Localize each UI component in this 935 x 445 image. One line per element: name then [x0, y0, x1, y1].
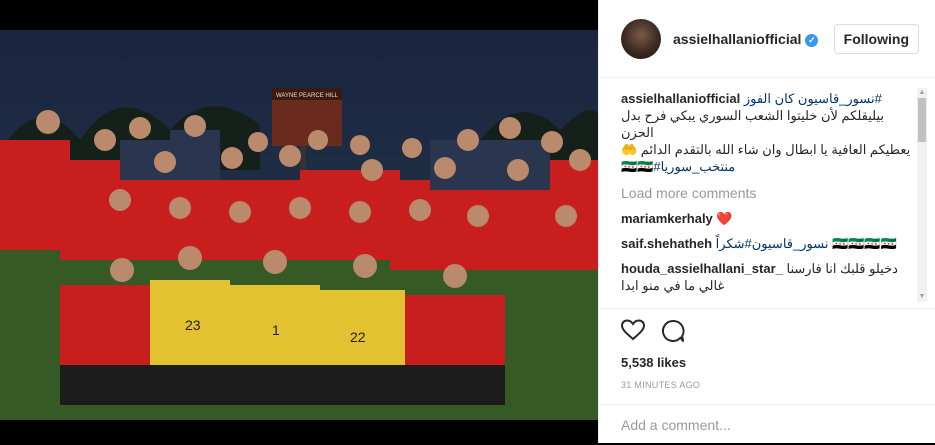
comment-username[interactable]: mariamkerhaly [621, 211, 713, 226]
post-actions: 5,538 likes 31 MINUTES AGO [599, 308, 935, 390]
scroll-up-icon[interactable]: ▲ [917, 88, 927, 98]
comments-list: assielhallaniofficial نسور_قاسيون كان ال… [621, 90, 915, 300]
avatar[interactable] [621, 18, 661, 59]
team-photo-illustration: WAYNE PEARCE HILL 23 1 22 [0, 88, 598, 420]
post-header: assielhallaniofficial ✓ Following [599, 0, 935, 78]
username-text[interactable]: assielhallaniofficial [673, 31, 801, 47]
comment: saif.shehatheh نسور_قاسيون#شكراً 🇸🇾🇸🇾🇸🇾🇸… [621, 235, 915, 252]
following-button[interactable]: Following [833, 23, 919, 54]
scoreboard-sign: WAYNE PEARCE HILL [276, 93, 339, 99]
comment-username[interactable]: houda_assielhallani_star_ [621, 261, 783, 276]
post-photo: WAYNE PEARCE HILL 23 1 22 [0, 30, 598, 420]
jersey-number: 1 [272, 322, 280, 338]
scroll-down-icon[interactable]: ▼ [917, 292, 927, 302]
caption-username[interactable]: assielhallaniofficial [621, 91, 740, 106]
scrollbar-thumb[interactable] [918, 98, 926, 142]
post-side-panel: assielhallaniofficial ✓ Following assielh… [598, 0, 935, 443]
comment-icon[interactable] [661, 319, 685, 343]
comment-text: نسور_قاسيون#شكراً 🇸🇾🇸🇾🇸🇾🇸🇾 [715, 236, 897, 251]
comment: houda_assielhallani_star_ دخيلو قلبك انا… [621, 260, 915, 294]
add-comment-input[interactable]: Add a comment... [599, 404, 935, 445]
caption-hashtag[interactable]: منتخب_سوريا#🇸🇾🇸🇾 [621, 158, 915, 175]
load-more-comments-link[interactable]: Load more comments [621, 185, 915, 202]
comment-username[interactable]: saif.shehatheh [621, 236, 712, 251]
post-timestamp[interactable]: 31 MINUTES AGO [621, 380, 913, 390]
caption-line: بيليقلكم لأن خليتوا الشعب السوري يبكي فر… [621, 108, 885, 140]
jersey-number: 22 [350, 329, 366, 345]
caption-line: يعطيكم العافية يا ابطال وان شاء الله بال… [621, 142, 911, 157]
heart-icon[interactable] [621, 319, 645, 341]
verified-badge-icon: ✓ [805, 33, 819, 47]
caption-hashtag-line[interactable]: نسور_قاسيون كان الفوز# [744, 91, 882, 106]
post-photo-area: WAYNE PEARCE HILL 23 1 22 [0, 0, 598, 443]
comment: mariamkerhaly ❤️ [621, 210, 915, 227]
action-icons [621, 319, 913, 343]
post-caption: assielhallaniofficial نسور_قاسيون كان ال… [621, 90, 915, 175]
likes-count[interactable]: 5,538 likes [621, 355, 913, 370]
jersey-number: 23 [185, 317, 201, 333]
post-username[interactable]: assielhallaniofficial ✓ [673, 31, 819, 47]
comments-scrollbar[interactable]: ▲ ▼ [917, 88, 927, 302]
comment-text: ❤️ [716, 211, 733, 226]
